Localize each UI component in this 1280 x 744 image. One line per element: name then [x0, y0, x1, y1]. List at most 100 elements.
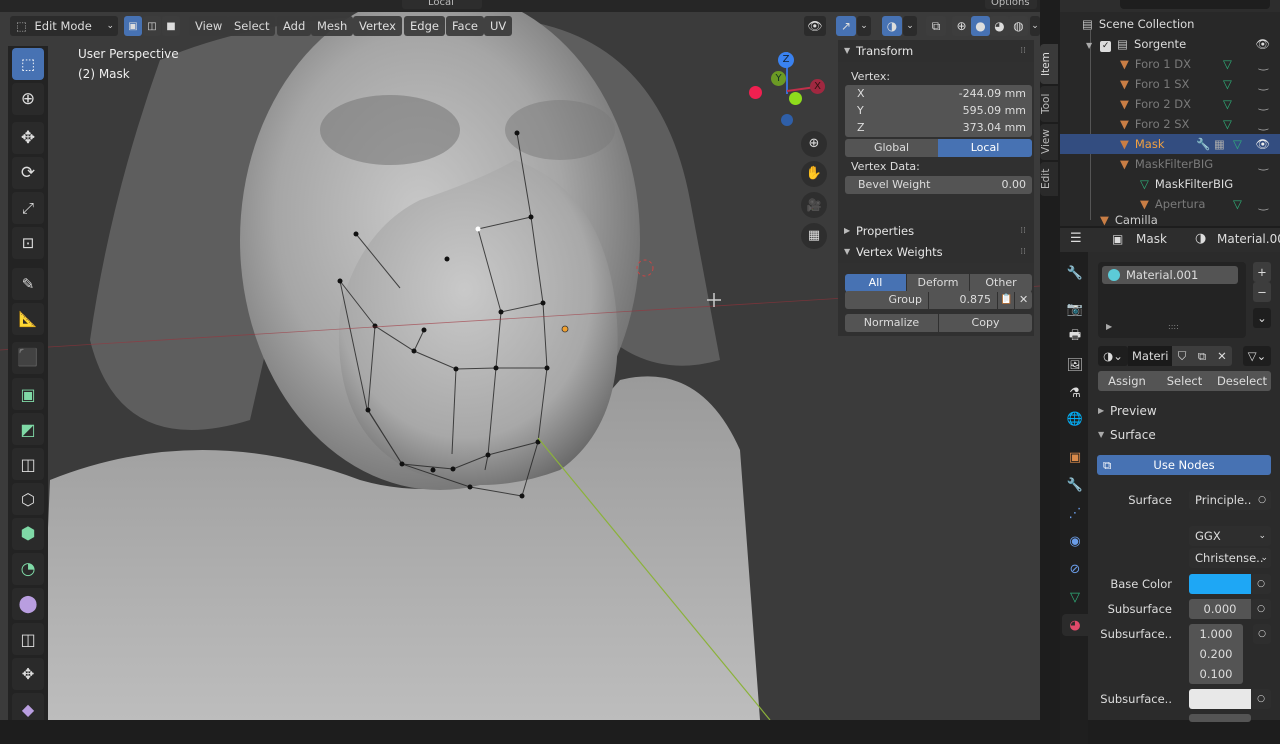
eye-icon[interactable]: 👁 — [1255, 134, 1270, 154]
copy-button[interactable]: Copy — [939, 314, 1032, 332]
outliner-item-foro-2-sx[interactable]: ▼ Foro 2 SX ▽ ‿ — [1060, 114, 1280, 134]
expand-icon[interactable]: ▶ — [1106, 322, 1112, 331]
options-dropdown[interactable]: Options — [985, 0, 1037, 9]
tool-move[interactable]: ✥ — [12, 122, 44, 154]
remove-slot-button[interactable]: − — [1253, 282, 1271, 302]
tab-render[interactable]: 📷 — [1064, 298, 1086, 320]
xray-toggle[interactable]: ⧉ — [926, 16, 946, 36]
menu-vertex[interactable]: Vertex — [353, 16, 402, 36]
tool-extrude[interactable]: ▣ — [12, 378, 44, 410]
eye-icon[interactable]: 👁 — [1255, 34, 1270, 54]
add-slot-button[interactable]: + — [1253, 262, 1271, 282]
outliner-item-foro-1-sx[interactable]: ▼ Foro 1 SX ▽ ‿ — [1060, 74, 1280, 94]
unlink-material-button[interactable]: ✕ — [1212, 346, 1232, 366]
subsurface-radius-socket[interactable]: ○ — [1253, 624, 1271, 644]
tab-physics[interactable]: ◉ — [1064, 530, 1086, 552]
base-color-swatch[interactable] — [1189, 574, 1251, 594]
subsurface-socket[interactable]: ○ — [1251, 599, 1271, 619]
subsurface-field[interactable]: 0.000 — [1189, 599, 1251, 619]
tab-constraints[interactable]: ⊘ — [1064, 558, 1086, 580]
outliner-item-foro-1-dx[interactable]: ▼ Foro 1 DX ▽ ‿ — [1060, 54, 1280, 74]
vertex-weights-panel-header[interactable]: ▼ Vertex Weights ⁞⁞ — [838, 241, 1034, 263]
tab-view-layer[interactable]: 🖼 — [1064, 354, 1086, 376]
tool-cursor[interactable]: ⊕ — [12, 83, 44, 115]
normalize-button[interactable]: Normalize — [845, 314, 938, 332]
tab-scene[interactable]: ⚗ — [1064, 382, 1086, 404]
tool-annotate[interactable]: ✎ — [12, 268, 44, 300]
gizmo-z-axis[interactable]: Z — [778, 52, 794, 68]
orientation-dropdown[interactable]: Local — [402, 0, 482, 9]
tab-modifiers[interactable]: 🔧 — [1064, 474, 1086, 496]
tool-scale[interactable]: ⤢ — [12, 192, 44, 224]
tool-shear[interactable]: ◆ — [12, 693, 44, 720]
gizmo-x-axis[interactable]: X — [810, 79, 825, 94]
shading-dropdown[interactable]: ⌄ — [1030, 16, 1040, 36]
overlay-dropdown[interactable]: ⌄ — [903, 16, 917, 36]
scene-collection-row[interactable]: ▤ Scene Collection — [1060, 14, 1280, 34]
tool-smooth[interactable]: ⬤ — [12, 588, 44, 620]
menu-mesh[interactable]: Mesh — [311, 16, 354, 36]
vertex-select-mode[interactable]: ▣ — [124, 16, 142, 36]
outliner-item-maskfilterbig-mesh[interactable]: ▽ MaskFilterBIG — [1060, 174, 1280, 194]
gizmo-toggle[interactable]: ↗ — [836, 16, 856, 36]
subsurface-radius-z[interactable]: 0.100 — [1189, 664, 1243, 684]
select-button[interactable]: Select — [1156, 371, 1213, 391]
menu-face[interactable]: Face — [446, 16, 485, 36]
tab-edit[interactable]: Edit — [1040, 162, 1058, 196]
shading-wireframe[interactable]: ⊕ — [952, 16, 971, 36]
tab-object[interactable]: ▣ — [1064, 446, 1086, 468]
gizmo-neg-x[interactable] — [749, 86, 762, 99]
tool-knife[interactable]: ⬡ — [12, 483, 44, 515]
tool-transform[interactable]: ⊡ — [12, 227, 44, 259]
tab-material[interactable]: ◕ — [1062, 614, 1088, 636]
browse-material-button[interactable]: ◑⌄ — [1098, 346, 1128, 366]
camera-view-button[interactable]: 🎥 — [801, 192, 827, 218]
preview-section-header[interactable]: ▶ Preview — [1088, 400, 1280, 422]
local-toggle[interactable]: Local — [938, 139, 1032, 157]
properties-panel-header[interactable]: ▶ Properties ⁞⁞ — [838, 220, 1034, 242]
metallic-field[interactable] — [1189, 714, 1251, 722]
tool-spin[interactable]: ◔ — [12, 553, 44, 585]
eye-closed-icon[interactable]: ‿ — [1259, 94, 1268, 114]
shading-rendered[interactable]: ◍ — [1009, 16, 1028, 36]
tab-item[interactable]: Item — [1040, 44, 1058, 84]
eye-closed-icon[interactable]: ‿ — [1259, 194, 1268, 214]
menu-add[interactable]: Add — [277, 16, 312, 36]
material-slot-list[interactable]: Material.001 ▶ :::: — [1098, 262, 1246, 338]
checkbox[interactable]: ✓ — [1100, 41, 1112, 52]
tool-poly-build[interactable]: ⬢ — [12, 518, 44, 550]
global-toggle[interactable]: Global — [845, 139, 938, 157]
vertex-y-field[interactable]: Y 595.09 mm — [845, 102, 1032, 120]
eye-closed-icon[interactable]: ‿ — [1259, 74, 1268, 94]
use-nodes-button[interactable]: ⧉ Use Nodes — [1097, 455, 1271, 475]
filter-all-toggle[interactable]: All — [845, 274, 906, 292]
fake-user-button[interactable]: ⛉ — [1172, 346, 1192, 366]
tool-edge-slide[interactable]: ◫ — [12, 623, 44, 655]
material-slot-item[interactable]: Material.001 — [1102, 266, 1238, 284]
outliner-item-mask[interactable]: ▼ Mask 🔧 ▦ ▽ 👁 — [1060, 134, 1280, 154]
filter-deform-toggle[interactable]: Deform — [907, 274, 969, 292]
outliner-item-apertura[interactable]: ▼ Apertura ▽ ‿ — [1060, 194, 1280, 214]
gizmo-neg-z[interactable] — [781, 114, 793, 126]
outliner-item-maskfilterbig[interactable]: ▼ MaskFilterBIG ‿ — [1060, 154, 1280, 174]
slot-specials-button[interactable]: ⌄ — [1253, 308, 1271, 328]
resize-grip-icon[interactable]: :::: — [1168, 322, 1179, 331]
gizmo-y-axis[interactable]: Y — [771, 71, 786, 86]
mode-selector[interactable]: ⬚ Edit Mode ⌄ — [10, 16, 118, 36]
eye-closed-icon[interactable]: ‿ — [1259, 114, 1268, 134]
group-weight-field[interactable]: 0.875 — [929, 291, 997, 309]
ortho-toggle-button[interactable]: ▦ — [801, 223, 827, 249]
menu-uv[interactable]: UV — [484, 16, 513, 36]
eye-closed-icon[interactable]: ‿ — [1259, 54, 1268, 74]
deselect-button[interactable]: Deselect — [1213, 371, 1271, 391]
tab-tool[interactable]: 🔧 — [1064, 262, 1086, 284]
outliner-item-foro-2-dx[interactable]: ▼ Foro 2 DX ▽ ‿ — [1060, 94, 1280, 114]
paste-weight-button[interactable]: 📋 — [998, 291, 1014, 309]
tab-particles[interactable]: ⋰ — [1064, 502, 1086, 524]
outliner-item-camilla[interactable]: ▼ Camilla — [1060, 214, 1280, 226]
tool-add-cube[interactable]: ⬛ — [12, 342, 44, 374]
editor-type-icon[interactable]: ☰ — [1070, 231, 1082, 246]
distribution-dropdown[interactable]: GGX ⌄ — [1189, 526, 1271, 546]
assign-button[interactable]: Assign — [1098, 371, 1156, 391]
bevel-weight-field[interactable]: Bevel Weight 0.00 — [845, 176, 1032, 194]
